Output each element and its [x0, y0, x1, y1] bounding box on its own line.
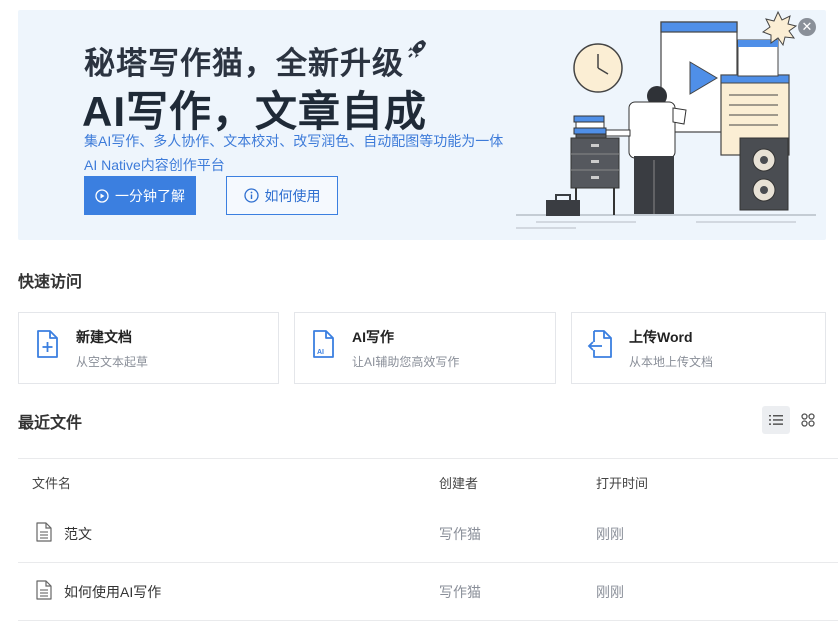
- column-header-time[interactable]: 打开时间: [596, 473, 648, 492]
- file-name: 范文: [64, 526, 92, 542]
- table-top-divider: [18, 458, 838, 459]
- upload-word-title: 上传Word: [629, 329, 693, 345]
- recent-files-title: 最近文件: [18, 415, 83, 432]
- banner-headline: 秘塔写作猫，全新升级: [84, 38, 428, 83]
- list-view-button[interactable]: [762, 406, 790, 434]
- grid-view-button[interactable]: [794, 406, 822, 434]
- table-row[interactable]: 范文 写作猫 刚刚: [18, 506, 838, 562]
- ai-writing-card[interactable]: AI AI写作 让AI辅助您高效写作: [294, 312, 556, 384]
- banner-subheadline: AI写作，文章自成: [82, 88, 428, 135]
- new-document-icon: [37, 330, 58, 358]
- ai-writing-subtitle: 让AI辅助您高效写作: [352, 355, 460, 369]
- upload-word-card[interactable]: 上传Word 从本地上传文档: [571, 312, 826, 384]
- row-divider: [18, 620, 838, 621]
- rocket-icon: [408, 40, 426, 58]
- banner-illustration: [516, 10, 816, 229]
- info-circle-icon: [243, 188, 259, 203]
- new-document-title: 新建文档: [76, 329, 132, 345]
- file-name: 如何使用AI写作: [64, 584, 162, 600]
- upload-document-icon: [587, 330, 612, 358]
- new-document-subtitle: 从空文本起草: [76, 355, 149, 369]
- ai-document-icon-text: AI: [317, 349, 324, 356]
- banner-headline-text: 秘塔写作猫，全新升级: [84, 46, 404, 81]
- file-icon: [36, 580, 52, 600]
- list-view-icon: [769, 415, 783, 425]
- file-open-time: 刚刚: [596, 526, 624, 542]
- column-header-creator[interactable]: 创建者: [439, 473, 478, 492]
- file-open-time: 刚刚: [596, 584, 624, 600]
- banner-description: 集AI写作、多人协作、文本校对、改写润色、自动配图等功能为一体: [84, 133, 504, 149]
- play-circle-icon: [95, 188, 109, 203]
- row-divider: [18, 562, 838, 563]
- banner-tagline: AI Native内容创作平台: [84, 157, 225, 173]
- grid-view-icon: [801, 413, 815, 427]
- ai-document-icon: AI: [313, 330, 334, 358]
- file-icon: [36, 522, 52, 542]
- watch-intro-label: 一分钟了解: [115, 187, 185, 204]
- quick-access-title: 快速访问: [18, 274, 83, 291]
- column-header-name[interactable]: 文件名: [32, 473, 71, 492]
- table-row[interactable]: 如何使用AI写作 写作猫 刚刚: [18, 564, 838, 620]
- file-creator: 写作猫: [439, 584, 481, 600]
- promo-banner: ✕ 秘塔写作猫，全新升级 AI写作，文章自成 集AI写作、多人协作、文本校对、改…: [18, 10, 826, 240]
- file-creator: 写作猫: [439, 526, 481, 542]
- how-to-use-button[interactable]: 如何使用: [226, 176, 338, 215]
- watch-intro-button[interactable]: 一分钟了解: [84, 176, 196, 215]
- ai-writing-title: AI写作: [352, 329, 394, 345]
- upload-word-subtitle: 从本地上传文档: [629, 355, 714, 369]
- how-to-use-label: 如何使用: [264, 187, 321, 204]
- new-document-card[interactable]: 新建文档 从空文本起草: [18, 312, 279, 384]
